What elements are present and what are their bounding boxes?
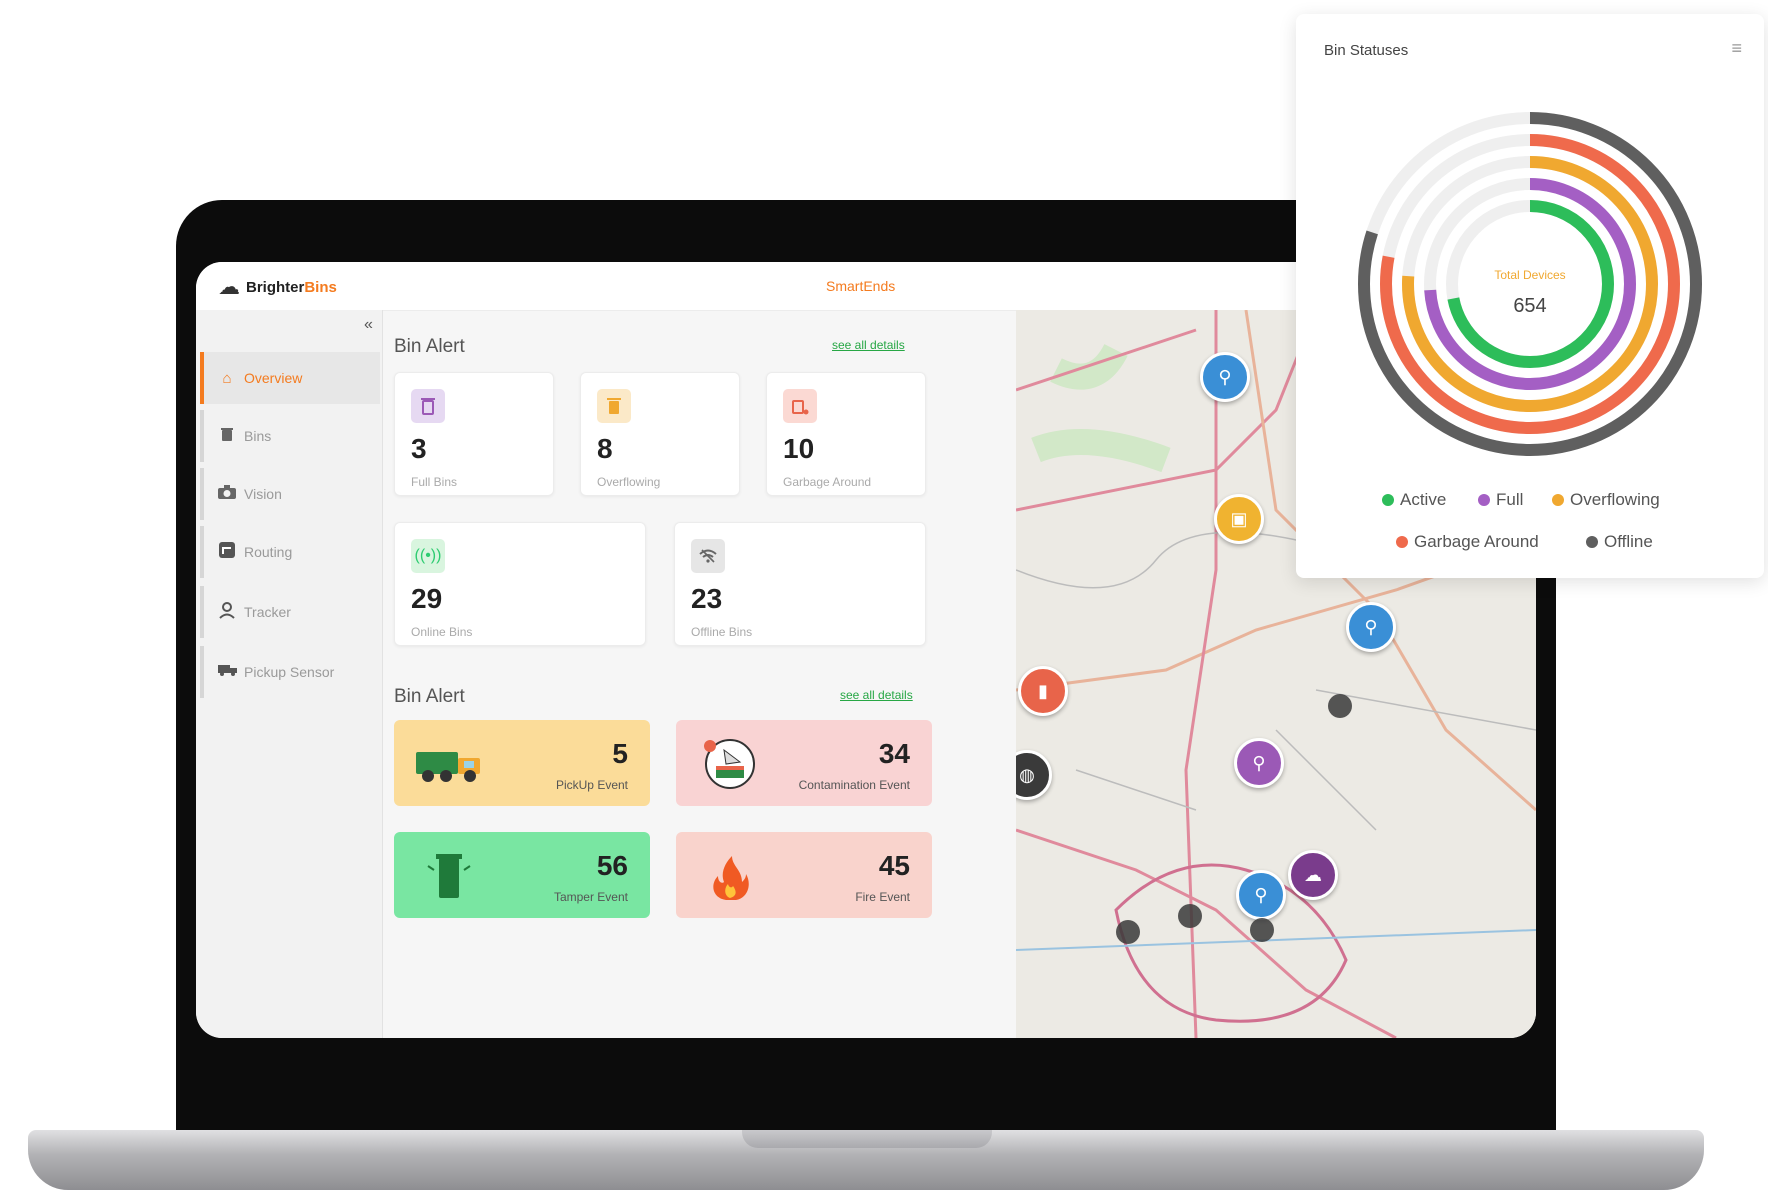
sensor-marker[interactable]	[1116, 920, 1140, 944]
home-icon: ⌂	[222, 369, 232, 387]
bin-statuses-title: Bin Statuses	[1324, 42, 1409, 59]
tamper-event-label: Tamper Event	[553, 890, 628, 904]
sidebar-item-overview[interactable]: ⌂ Overview	[200, 352, 380, 404]
sidebar-item-vision[interactable]: Vision	[200, 468, 380, 520]
full-bins-card[interactable]: 3 Full Bins	[394, 372, 554, 496]
truck-icon	[218, 663, 237, 681]
legend-overflowing[interactable]: Overflowing	[1552, 490, 1660, 510]
garbage-truck-icon	[416, 752, 480, 782]
collapse-sidebar-icon[interactable]: «	[364, 316, 373, 334]
garbage-around-card[interactable]: 10 Garbage Around	[766, 372, 926, 496]
online-bins-label: Online Bins	[411, 625, 473, 639]
legend-label: Offline	[1604, 532, 1653, 551]
legend-label: Active	[1400, 490, 1447, 509]
offline-bins-label: Offline Bins	[691, 625, 753, 639]
bin-marker-red[interactable]: ▮	[1018, 666, 1068, 716]
legend-label: Garbage Around	[1414, 532, 1539, 551]
fire-event-card[interactable]: 45 Fire Event	[676, 832, 932, 918]
garbage-around-label: Garbage Around	[783, 475, 872, 489]
tamper-event-count: 56	[596, 850, 628, 881]
sidebar-item-bins[interactable]: Bins	[200, 410, 380, 462]
wifi-off-icon	[691, 539, 725, 573]
fire-icon	[713, 856, 749, 900]
legend-active[interactable]: Active	[1382, 490, 1446, 510]
laptop-notch	[742, 1130, 992, 1148]
full-bins-count: 3	[411, 433, 427, 464]
signal-icon: ((•))	[411, 539, 445, 573]
offline-bins-count: 23	[691, 583, 723, 614]
cloud-bin-icon: ☁	[218, 274, 240, 299]
bin-marker-purple[interactable]: ⚲	[1234, 738, 1284, 788]
bin-marker-blue[interactable]: ⚲	[1200, 352, 1250, 402]
legend-label: Overflowing	[1570, 490, 1660, 509]
bin-marker-blue-3[interactable]: ⚲	[1236, 870, 1286, 920]
overflowing-card[interactable]: 8 Overflowing	[580, 372, 740, 496]
total-devices-label: Total Devices	[1494, 268, 1565, 282]
pickup-event-label: PickUp Event	[555, 778, 628, 792]
bin-marker-blue-2[interactable]: ⚲	[1346, 602, 1396, 652]
app-title: SmartEnds	[826, 278, 896, 294]
overflowing-count: 8	[597, 433, 613, 464]
fire-event-label: Fire Event	[855, 890, 910, 904]
person-pin-icon	[218, 601, 236, 623]
sidebar-item-tracker[interactable]: Tracker	[200, 586, 380, 638]
bin-alert-heading: Bin Alert	[394, 336, 465, 357]
legend-dot	[1396, 536, 1408, 548]
contamination-icon	[704, 739, 755, 789]
trash-icon	[218, 427, 236, 445]
online-bins-card[interactable]: ((•)) 29 Online Bins	[394, 522, 646, 646]
contamination-event-card[interactable]: 34 Contamination Event	[676, 720, 932, 806]
brand-name-dark: Brighter	[246, 278, 305, 296]
online-bins-count: 29	[411, 583, 443, 614]
bin-marker-yellow[interactable]: ▣	[1214, 494, 1264, 544]
contamination-event-label: Contamination Event	[798, 778, 910, 792]
routing-icon	[218, 542, 236, 562]
sidebar-item-label: Routing	[244, 544, 293, 560]
sidebar-item-label: Overview	[244, 370, 303, 386]
sensor-marker[interactable]	[1328, 694, 1352, 718]
legend-dot	[1586, 536, 1598, 548]
brand-logo[interactable]: ☁ BrighterBins	[218, 274, 337, 300]
legend-label: Full	[1496, 490, 1524, 509]
pickup-event-count: 5	[612, 738, 628, 769]
legend-dot	[1478, 494, 1490, 506]
sensor-marker[interactable]	[1178, 904, 1202, 928]
sidebar-item-label: Pickup Sensor	[244, 664, 335, 680]
sidebar-item-label: Vision	[244, 486, 282, 502]
see-all-details-link[interactable]: see all details	[832, 338, 905, 352]
radial-chart: Total Devices 654	[1358, 112, 1702, 456]
menu-icon[interactable]: ≡	[1731, 38, 1742, 59]
overflowing-label: Overflowing	[597, 475, 661, 489]
legend-dot	[1552, 494, 1564, 506]
green-bin-icon	[427, 854, 471, 898]
pickup-event-card[interactable]: 5 PickUp Event	[394, 720, 650, 806]
full-bin-icon	[411, 389, 445, 423]
bin-marker-purple-2[interactable]: ☁	[1288, 850, 1338, 900]
full-bins-label: Full Bins	[411, 475, 458, 489]
offline-bins-card[interactable]: 23 Offline Bins	[674, 522, 926, 646]
brand-name-orange: Bins	[304, 278, 337, 296]
bin-alert-heading-2: Bin Alert	[394, 686, 465, 707]
contamination-event-count: 34	[878, 738, 910, 769]
total-devices-value: 654	[1513, 295, 1546, 317]
legend-dot	[1382, 494, 1394, 506]
sidebar-item-pickup-sensor[interactable]: Pickup Sensor	[200, 646, 380, 698]
overflowing-bin-icon	[597, 389, 631, 423]
camera-icon	[218, 485, 236, 503]
garbage-around-count: 10	[783, 433, 815, 464]
bin-statuses-card: Bin Statuses ≡ Total Devices 654 Active …	[1296, 14, 1764, 578]
legend-garbage-around[interactable]: Garbage Around	[1396, 532, 1539, 552]
sidebar-item-label: Bins	[244, 428, 272, 444]
sensor-marker[interactable]	[1250, 918, 1274, 942]
sidebar-item-routing[interactable]: Routing	[200, 526, 380, 578]
tamper-event-card[interactable]: 56 Tamper Event	[394, 832, 650, 918]
legend-full[interactable]: Full	[1478, 490, 1523, 510]
legend-offline[interactable]: Offline	[1586, 532, 1653, 552]
sidebar: « ⌂ Overview Bins Vision Routing Tracker…	[196, 310, 383, 1038]
fire-event-count: 45	[878, 850, 910, 881]
see-all-details-link-2[interactable]: see all details	[840, 688, 913, 702]
garbage-around-icon	[783, 389, 817, 423]
sidebar-item-label: Tracker	[244, 604, 291, 620]
